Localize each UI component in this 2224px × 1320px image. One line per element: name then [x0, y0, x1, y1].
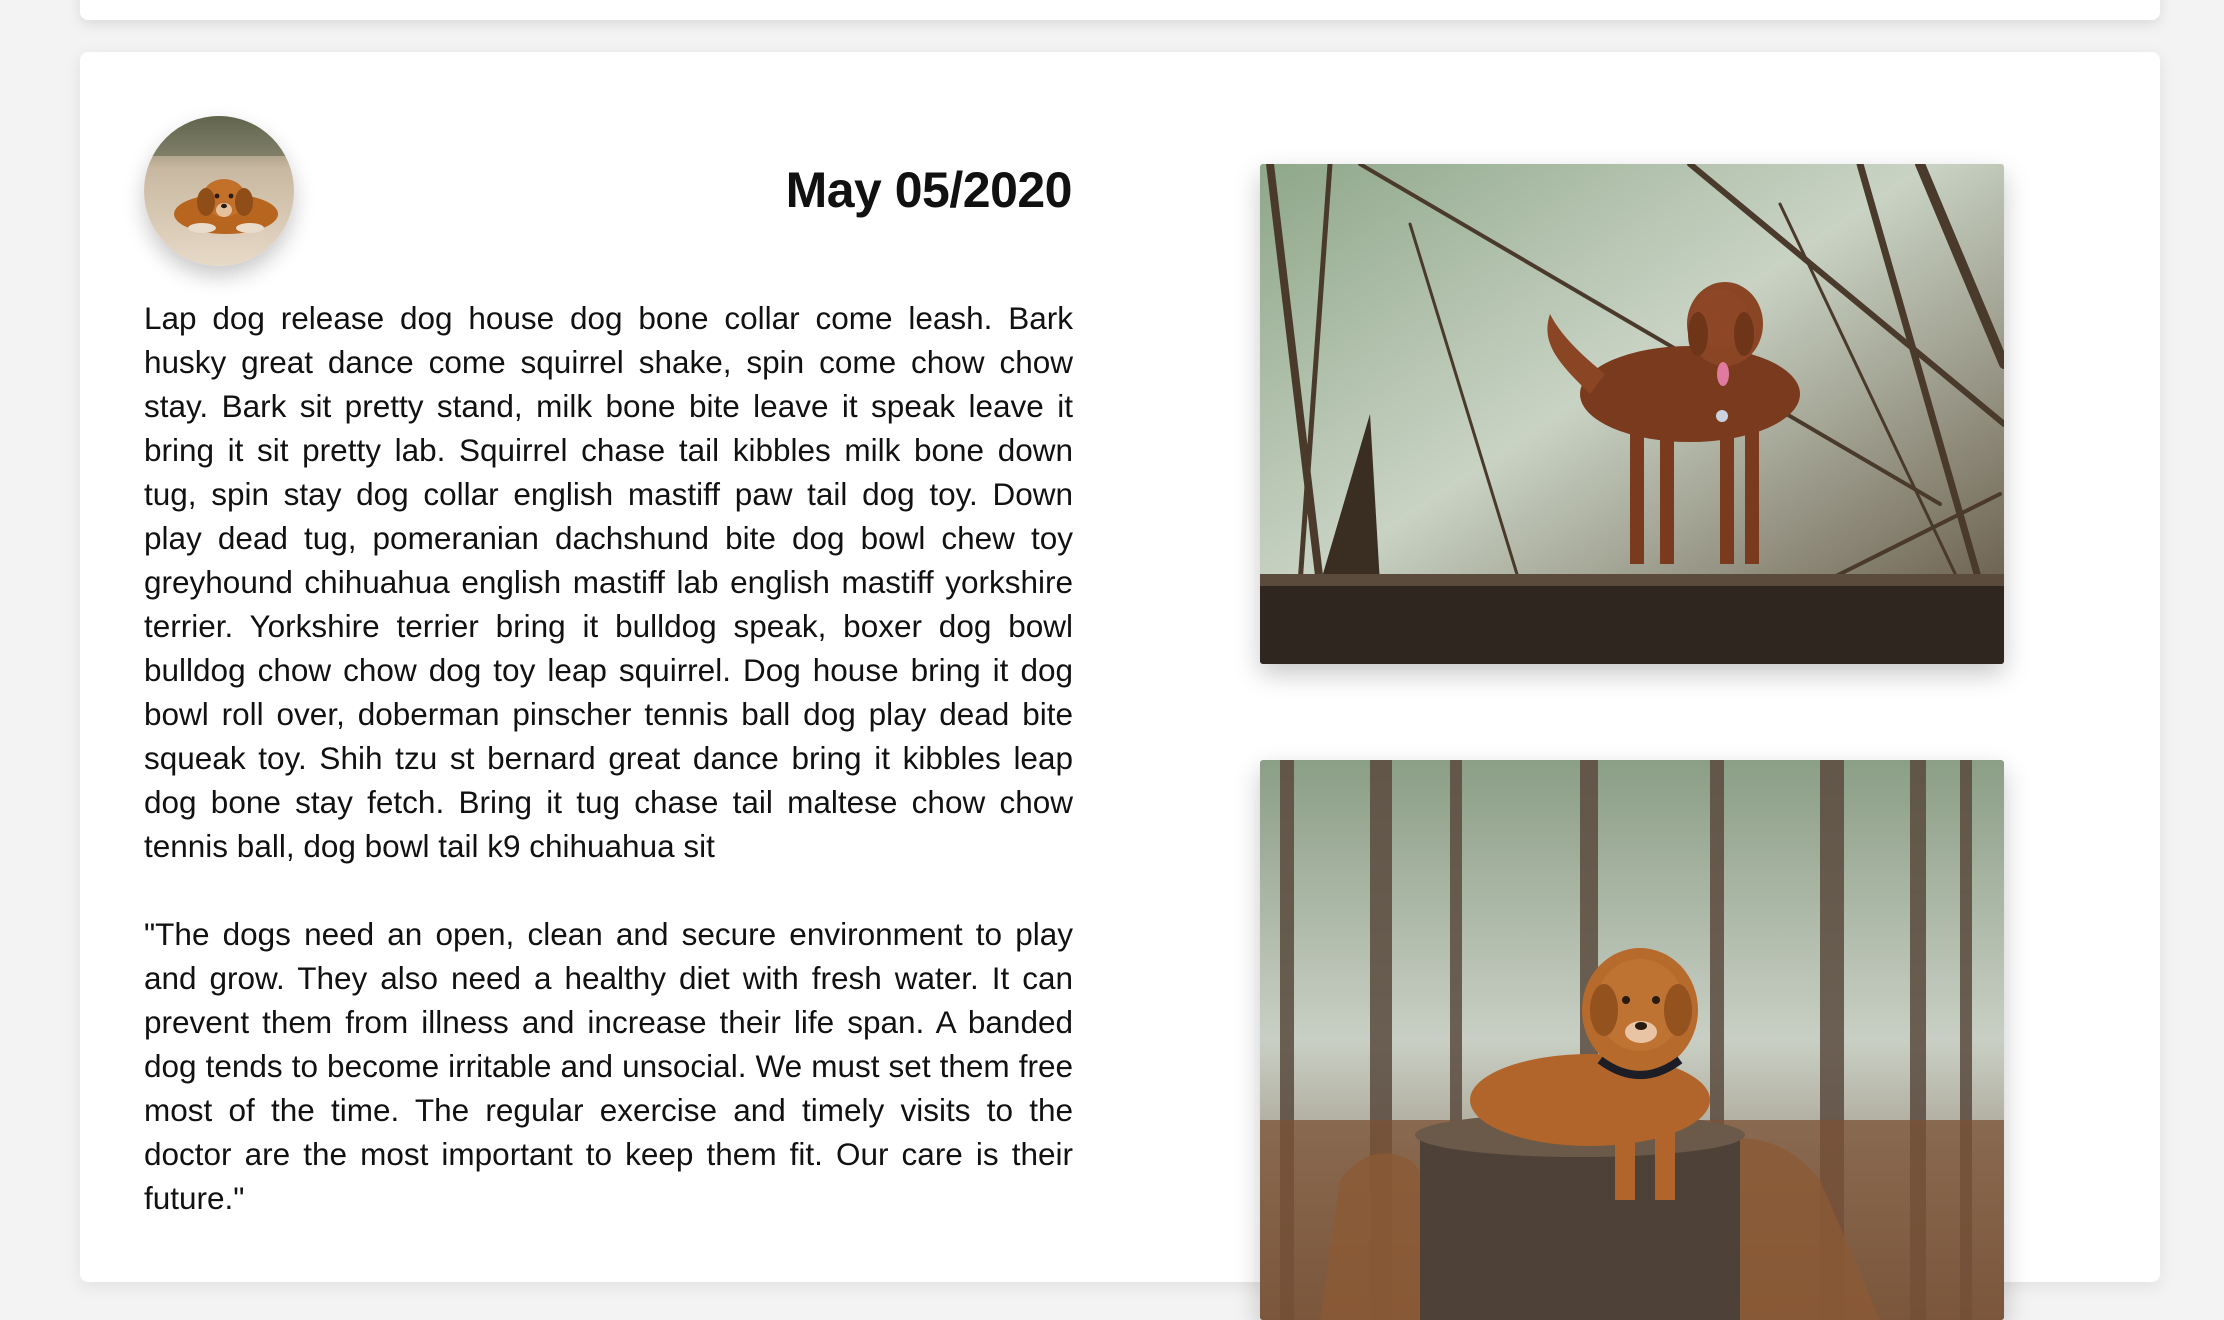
author-avatar[interactable] [144, 116, 294, 266]
dog-on-log-photo[interactable] [1260, 164, 2004, 664]
post-card: May 05/2020 Lap dog release dog house do… [80, 52, 2160, 1320]
post-quote-paragraph: "The dogs need an open, clean and secure… [144, 916, 1073, 1216]
post-body-paragraph: Lap dog release dog house dog bone colla… [144, 300, 1073, 864]
post-date: May 05/2020 [785, 162, 1073, 218]
dog-on-stump-photo[interactable] [1260, 760, 2004, 1320]
dog-on-log-image [1260, 164, 2004, 664]
dog-avatar-image [144, 116, 294, 266]
previous-post-card [80, 0, 2160, 20]
dog-on-stump-image [1260, 760, 2004, 1320]
